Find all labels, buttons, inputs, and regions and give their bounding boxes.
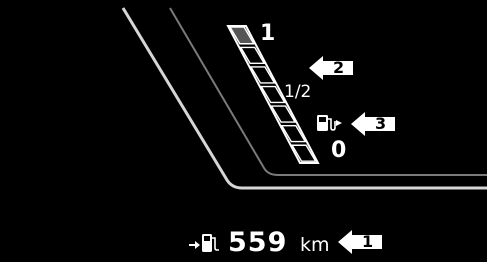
callout-range-number: 1	[362, 232, 374, 251]
range-unit: km	[300, 234, 330, 256]
callout-fuel-cap-number: 3	[375, 114, 387, 133]
callout-fuel-cap-indicator: 3	[351, 111, 395, 137]
gauge-full-label: 1	[260, 21, 276, 46]
callout-gauge-number: 2	[333, 58, 345, 77]
fuel-pump-arrow-icon	[189, 234, 219, 252]
gauge-half-label: 1/2	[284, 82, 312, 102]
display-bezel	[121, 7, 487, 190]
range-value: 559	[228, 227, 288, 258]
callout-gauge: 2	[309, 55, 353, 81]
callout-range: 1	[338, 229, 382, 255]
instrument-cluster-display: 1 1/2 0 2 3 1 559 km	[0, 0, 487, 262]
bezel-inner-line	[169, 7, 487, 176]
gauge-empty-label: 0	[331, 138, 347, 163]
fuel-cap-side-icon	[317, 115, 342, 131]
